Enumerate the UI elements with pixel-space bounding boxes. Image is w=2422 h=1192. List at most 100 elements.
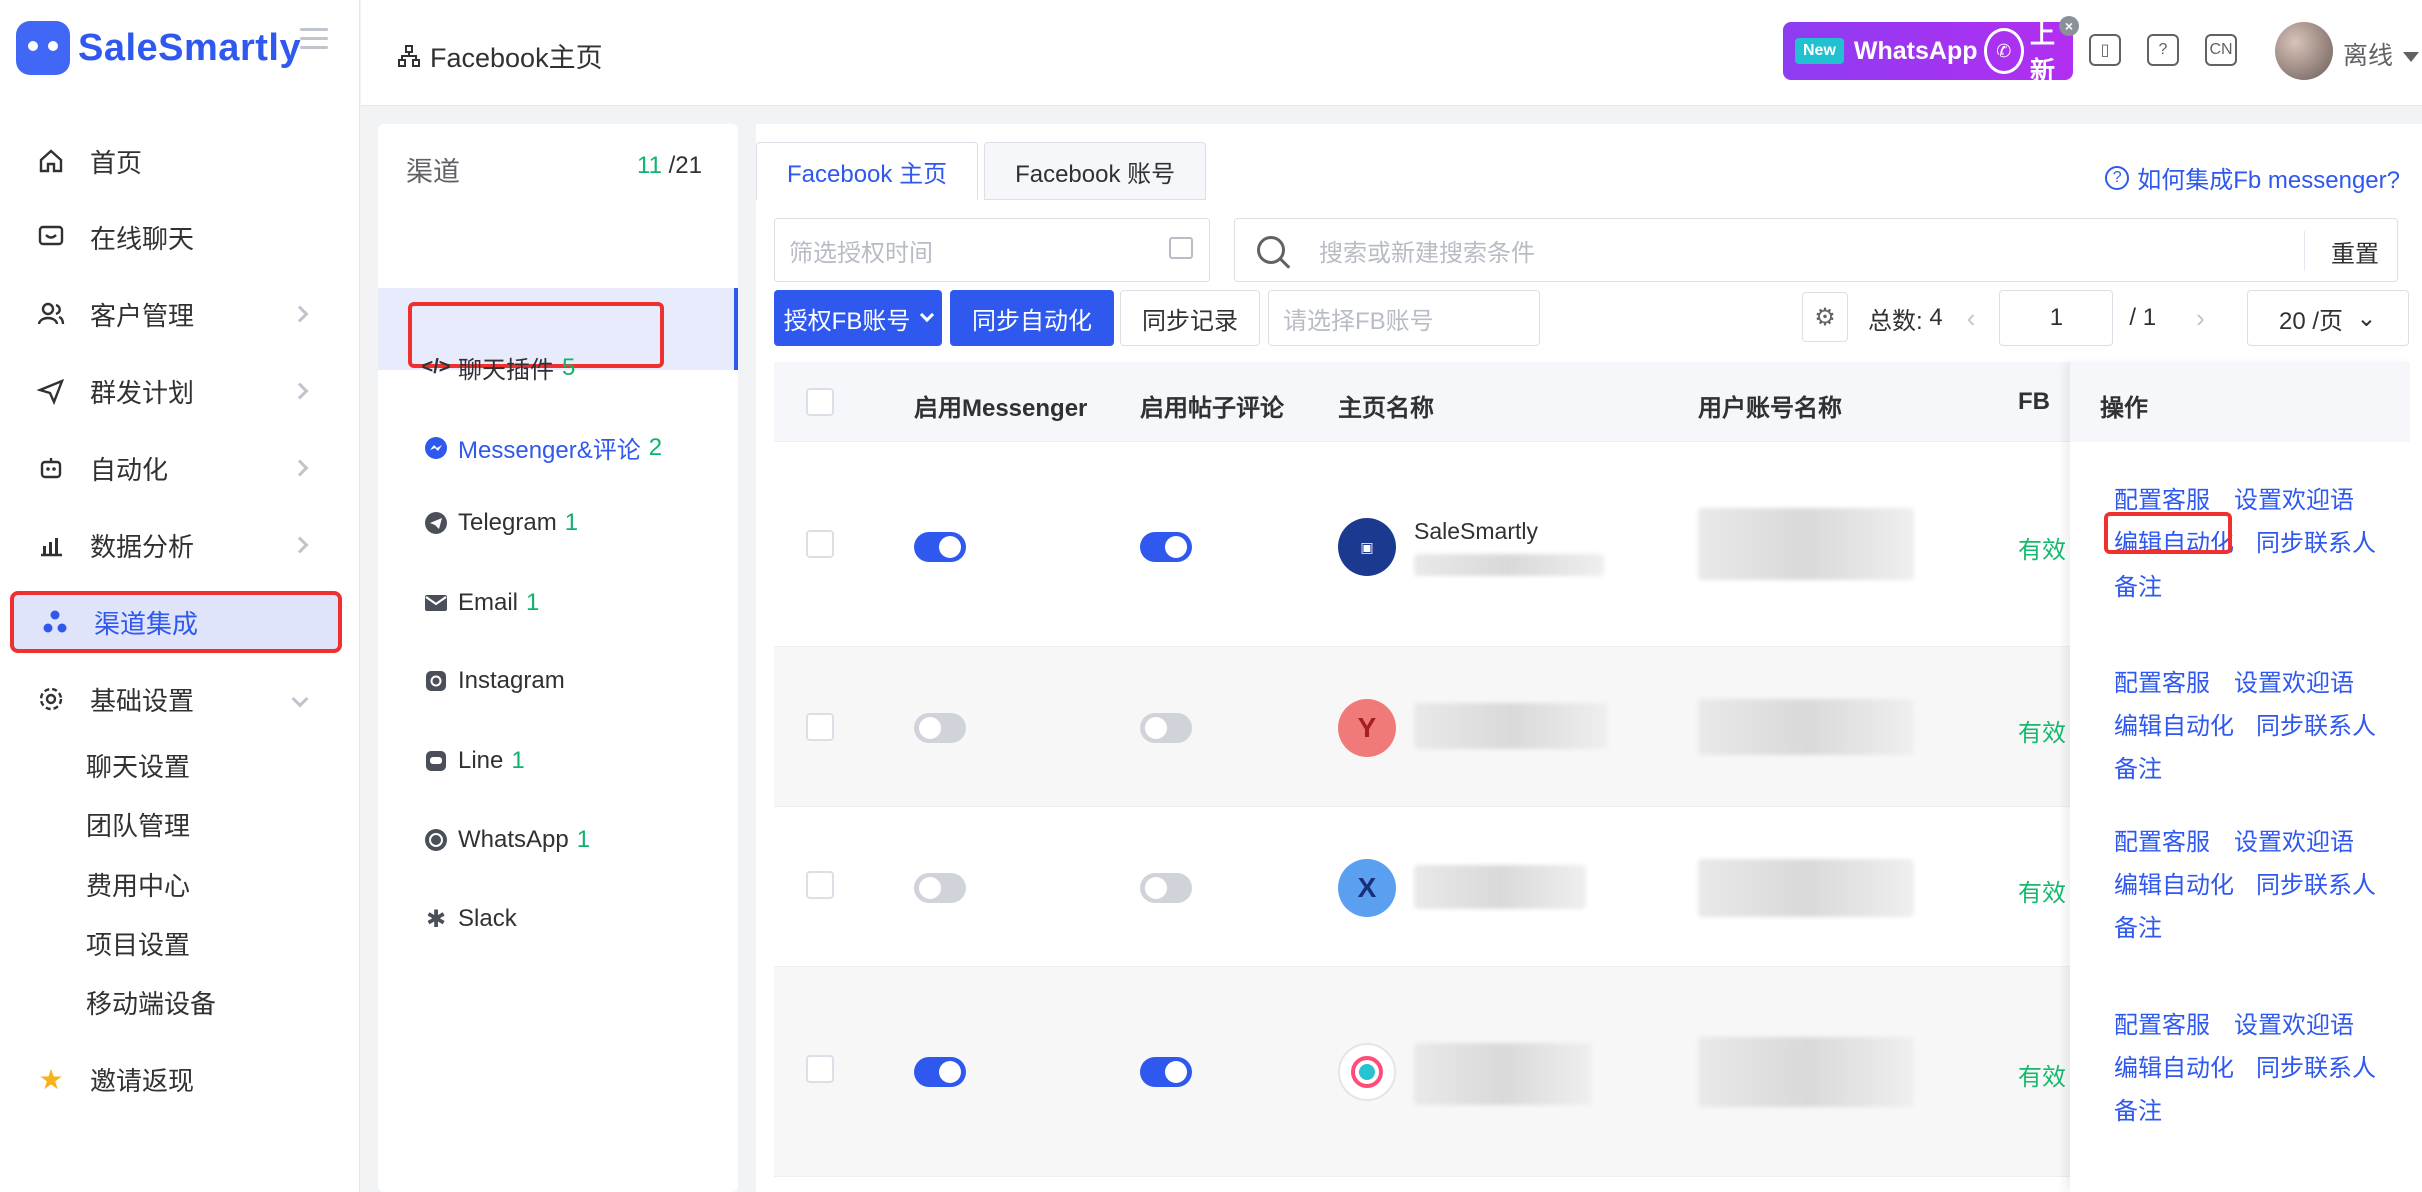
comment-toggle[interactable]: [1140, 713, 1192, 743]
mail-icon: [424, 591, 448, 615]
channel-whatsapp[interactable]: WhatsApp 1: [424, 826, 590, 854]
sync-contacts-link[interactable]: 同步联系人: [2256, 865, 2376, 900]
note-link[interactable]: 备注: [2114, 908, 2162, 943]
messenger-toggle[interactable]: [914, 1057, 966, 1087]
prev-page-icon[interactable]: ‹: [1967, 303, 1976, 334]
row-checkbox[interactable]: [806, 530, 834, 558]
edit-automation-link[interactable]: 编辑自动化: [2114, 865, 2234, 900]
sync-log-button[interactable]: 同步记录: [1120, 290, 1260, 346]
edit-automation-link[interactable]: 编辑自动化: [2114, 706, 2234, 741]
sync-contacts-link[interactable]: 同步联系人: [2256, 523, 2376, 558]
tab-facebook-pages[interactable]: Facebook 主页: [756, 142, 979, 200]
select-all-checkbox[interactable]: [806, 388, 834, 416]
users-icon: [36, 299, 66, 329]
comment-toggle[interactable]: [1140, 1057, 1192, 1087]
set-welcome-link[interactable]: 设置欢迎语: [2234, 480, 2354, 515]
help-link[interactable]: ? 如何集成Fb messenger?: [2105, 160, 2400, 195]
channel-email[interactable]: Email 1: [424, 589, 539, 617]
messenger-toggle[interactable]: [914, 713, 966, 743]
configure-agent-link[interactable]: 配置客服: [2114, 1005, 2210, 1040]
channel-messenger[interactable]: Messenger&评论 2: [424, 430, 662, 465]
sync-automation-button[interactable]: 同步自动化: [950, 290, 1114, 346]
chevron-down-icon: [920, 307, 935, 323]
set-welcome-link[interactable]: 设置欢迎语: [2234, 822, 2354, 857]
channel-telegram[interactable]: Telegram 1: [424, 509, 578, 537]
page-input[interactable]: 1: [1999, 290, 2114, 346]
whatsapp-promo-banner[interactable]: New WhatsApp ✆ 上新 ×: [1783, 16, 2079, 85]
nav-item-chat[interactable]: 在线聊天: [10, 206, 342, 268]
authorize-fb-button[interactable]: 授权FB账号: [774, 290, 942, 346]
fb-account-select[interactable]: 请选择FB账号: [1268, 290, 1540, 346]
robot-icon: [36, 453, 66, 483]
brand-name: SaleSmartly: [78, 26, 302, 69]
note-link[interactable]: 备注: [2114, 749, 2162, 784]
chevron-right-icon: [291, 305, 309, 323]
status-badge: 有效: [2018, 720, 2066, 747]
nav-item-customers[interactable]: 客户管理: [10, 283, 342, 345]
search-input[interactable]: 搜索或新建搜索条件 重置: [1234, 218, 2398, 282]
col-page-name: 主页名称: [1338, 395, 1434, 422]
menu-toggle-icon[interactable]: [300, 28, 328, 50]
messenger-toggle[interactable]: [914, 532, 966, 562]
page-size-select[interactable]: 20 /页 ⌄: [2246, 290, 2409, 346]
nav-item-automation[interactable]: 自动化: [10, 437, 342, 499]
channel-chat-plugin[interactable]: </> 聊天插件 5: [422, 350, 576, 385]
channel-title: 渠道: [406, 157, 460, 187]
comment-toggle[interactable]: [1140, 532, 1192, 562]
nav-item-channel-integration[interactable]: 渠道集成: [10, 591, 342, 653]
messenger-toggle[interactable]: [914, 873, 966, 903]
configure-agent-link[interactable]: 配置客服: [2114, 663, 2210, 698]
nav-item-home[interactable]: 首页: [10, 130, 342, 192]
tab-facebook-accounts[interactable]: Facebook 账号: [984, 142, 1207, 200]
row-checkbox[interactable]: [806, 871, 834, 899]
settings-gear-button[interactable]: ⚙: [1802, 292, 1848, 342]
channel-instagram[interactable]: Instagram: [424, 667, 573, 695]
row-checkbox[interactable]: [806, 1055, 834, 1083]
close-icon[interactable]: ×: [2059, 16, 2079, 36]
edit-automation-link[interactable]: 编辑自动化: [2114, 1048, 2234, 1083]
reset-button[interactable]: 重置: [2304, 231, 2379, 271]
comment-toggle[interactable]: [1140, 873, 1192, 903]
next-page-icon[interactable]: ›: [2196, 303, 2205, 334]
nav-item-invite[interactable]: ★ 邀请返现: [10, 1048, 342, 1110]
auth-date-filter[interactable]: 筛选授权时间: [774, 218, 1210, 282]
redacted-id: [1414, 554, 1604, 576]
nav-sub-team[interactable]: 团队管理: [86, 806, 190, 843]
channel-panel: 渠道 11 /21 </> 聊天插件 5 Messenger&评论 2 Telegr…: [378, 124, 738, 1192]
nav-sub-chat-settings[interactable]: 聊天设置: [86, 747, 190, 784]
pagination: 总数: 4 ‹ 1 / 1 › 20 /页 ⌄: [1868, 290, 2409, 346]
telegram-icon: [424, 511, 448, 535]
set-welcome-link[interactable]: 设置欢迎语: [2234, 663, 2354, 698]
help-icon[interactable]: ?: [2147, 34, 2179, 66]
nav-sub-billing[interactable]: 费用中心: [86, 866, 190, 903]
chevron-down-icon: [291, 690, 309, 708]
status-badge: 有效: [2018, 537, 2066, 564]
search-icon: [1257, 236, 1285, 264]
nav-item-analytics[interactable]: 数据分析: [10, 514, 342, 576]
language-icon[interactable]: CN: [2205, 34, 2237, 66]
star-icon: ★: [38, 1063, 64, 1095]
nav-item-settings[interactable]: 基础设置: [10, 668, 342, 730]
sync-contacts-link[interactable]: 同步联系人: [2256, 1048, 2376, 1083]
configure-agent-link[interactable]: 配置客服: [2114, 822, 2210, 857]
channel-slack[interactable]: ✱ Slack: [424, 905, 525, 933]
operations-column: 操作 配置客服 设置欢迎语 编辑自动化 同步联系人 备注 配置客服 设置欢迎语 …: [2070, 362, 2410, 1192]
nav-sub-project[interactable]: 项目设置: [86, 925, 190, 962]
user-status[interactable]: 离线: [2343, 36, 2419, 72]
gear-icon: [36, 684, 66, 714]
sidebar: SaleSmartly 首页 在线聊天 客户管理 群发计划 自动化 数据分析 渠…: [0, 0, 360, 1192]
avatar[interactable]: [2275, 22, 2333, 80]
logo[interactable]: SaleSmartly: [16, 18, 301, 78]
note-link[interactable]: 备注: [2114, 567, 2162, 602]
channel-line[interactable]: Line 1: [424, 747, 525, 775]
set-welcome-link[interactable]: 设置欢迎语: [2234, 1005, 2354, 1040]
calendar-icon: [1169, 237, 1193, 259]
sync-contacts-link[interactable]: 同步联系人: [2256, 706, 2376, 741]
devices-icon[interactable]: ▯: [2089, 34, 2121, 66]
nav-sub-mobile-devices[interactable]: 移动端设备: [86, 984, 216, 1021]
nav-item-broadcast[interactable]: 群发计划: [10, 360, 342, 422]
status-badge: 有效: [2018, 1064, 2066, 1091]
row-checkbox[interactable]: [806, 713, 834, 741]
configure-agent-link[interactable]: 配置客服: [2114, 480, 2210, 515]
note-link[interactable]: 备注: [2114, 1091, 2162, 1126]
